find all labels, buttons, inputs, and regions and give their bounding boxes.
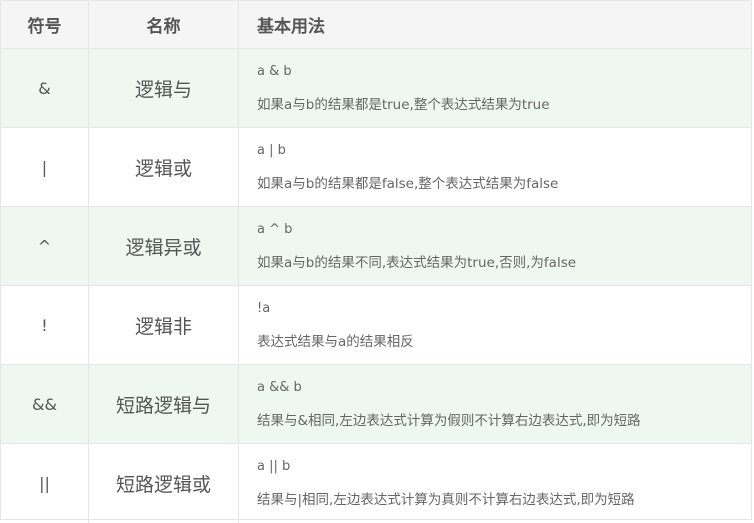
usage-cell: a ^ b 如果a与b的结果不同,表达式结果为true,否则,为false bbox=[239, 207, 751, 285]
usage-description: 如果a与b的结果不同,表达式结果为true,否则,为false bbox=[257, 254, 577, 271]
usage-expression: a | b bbox=[257, 142, 286, 158]
symbol-cell: ^ bbox=[1, 207, 89, 285]
usage-cell: a | b 如果a与b的结果都是false,整个表达式结果为false bbox=[239, 128, 751, 206]
usage-description: 如果a与b的结果都是true,整个表达式结果为true bbox=[257, 96, 550, 113]
usage-description: 结果与&相同,左边表达式计算为假则不计算右边表达式,即为短路 bbox=[257, 412, 641, 429]
name-cell: 逻辑或 bbox=[89, 128, 239, 206]
name-cell: 逻辑与 bbox=[89, 49, 239, 127]
table-row: ! 逻辑非 !a 表达式结果与a的结果相反 bbox=[1, 286, 751, 365]
table-row: & 逻辑与 a & b 如果a与b的结果都是true,整个表达式结果为true bbox=[1, 49, 751, 128]
usage-expression: a & b bbox=[257, 63, 292, 79]
symbol-cell: | bbox=[1, 128, 89, 206]
usage-cell: a || b 结果与|相同,左边表达式计算为真则不计算右边表达式,即为短路 bbox=[239, 444, 751, 523]
usage-description: 如果a与b的结果都是false,整个表达式结果为false bbox=[257, 175, 559, 192]
usage-expression: !a bbox=[257, 300, 271, 316]
table-row: ^ 逻辑异或 a ^ b 如果a与b的结果不同,表达式结果为true,否则,为f… bbox=[1, 207, 751, 286]
symbol-cell: && bbox=[1, 365, 89, 443]
table-row: || 短路逻辑或 a || b 结果与|相同,左边表达式计算为真则不计算右边表达… bbox=[1, 444, 751, 523]
name-cell: 逻辑非 bbox=[89, 286, 239, 364]
table-header: 符号 名称 基本用法 bbox=[1, 1, 751, 49]
name-cell: 短路逻辑与 bbox=[89, 365, 239, 443]
symbol-cell: || bbox=[1, 444, 89, 523]
usage-cell: a && b 结果与&相同,左边表达式计算为假则不计算右边表达式,即为短路 bbox=[239, 365, 751, 443]
symbol-cell: ! bbox=[1, 286, 89, 364]
table-row: && 短路逻辑与 a && b 结果与&相同,左边表达式计算为假则不计算右边表达… bbox=[1, 365, 751, 444]
usage-cell: a & b 如果a与b的结果都是true,整个表达式结果为true bbox=[239, 49, 751, 127]
header-name: 名称 bbox=[89, 1, 239, 48]
usage-description: 表达式结果与a的结果相反 bbox=[257, 333, 414, 350]
header-usage: 基本用法 bbox=[257, 17, 325, 37]
table-row: | 逻辑或 a | b 如果a与b的结果都是false,整个表达式结果为fals… bbox=[1, 128, 751, 207]
name-cell: 短路逻辑或 bbox=[89, 444, 239, 523]
symbol-cell: & bbox=[1, 49, 89, 127]
name-cell: 逻辑异或 bbox=[89, 207, 239, 285]
logical-operators-table: 符号 名称 基本用法 & 逻辑与 a & b 如果a与b的结果都是true,整个… bbox=[0, 0, 752, 523]
usage-cell: !a 表达式结果与a的结果相反 bbox=[239, 286, 751, 364]
usage-expression: a ^ b bbox=[257, 221, 293, 237]
usage-description: 结果与|相同,左边表达式计算为真则不计算右边表达式,即为短路 bbox=[257, 492, 635, 508]
header-symbol: 符号 bbox=[1, 1, 89, 48]
usage-expression: a || b bbox=[257, 459, 291, 474]
usage-expression: a && b bbox=[257, 379, 302, 395]
